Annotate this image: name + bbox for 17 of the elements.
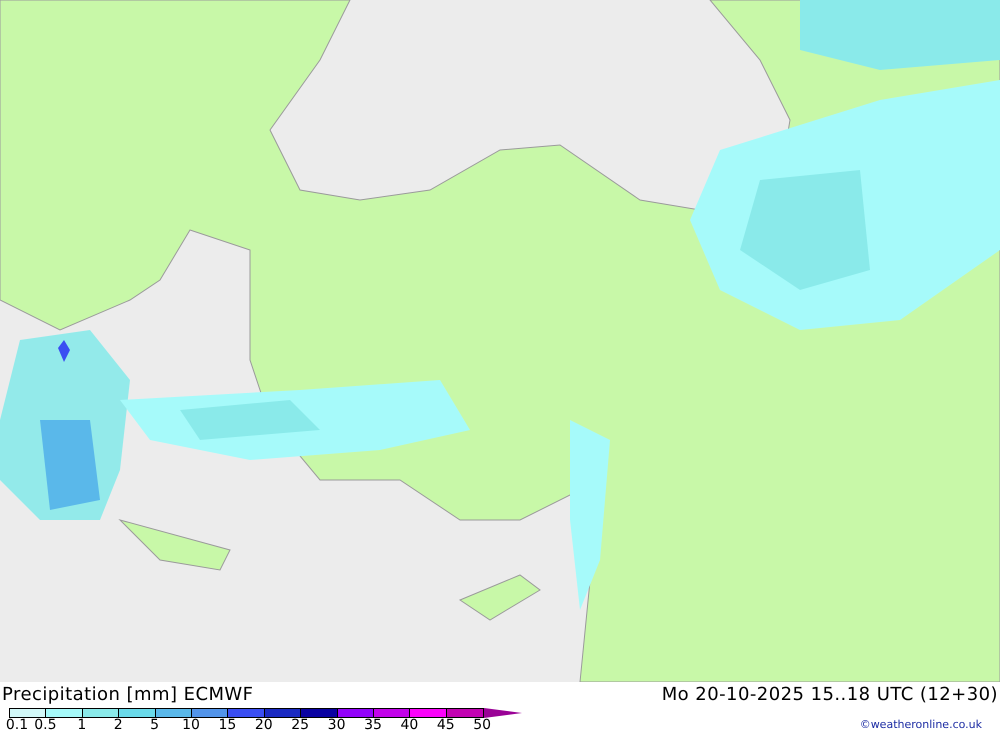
scale-tick-label: 15 — [218, 718, 236, 732]
scale-tick-label: 0.1 — [6, 718, 28, 732]
scale-tick-label: 0.5 — [34, 718, 57, 732]
forecast-datetime: Mo 20-10-2025 15..18 UTC (12+30) — [662, 686, 998, 704]
scale-tick-label: 45 — [436, 718, 455, 732]
scale-tick-label: 35 — [364, 718, 382, 732]
scale-tick-label: 20 — [254, 718, 273, 732]
scale-tick-label: 25 — [291, 718, 310, 732]
scale-tick-label: 40 — [400, 718, 418, 732]
map-title: Precipitation [mm] ECMWF — [2, 686, 254, 704]
copyright-credit: ©weatheronline.co.uk — [860, 716, 982, 732]
scale-tick-label: 2 — [114, 718, 123, 732]
scale-tick-label: 50 — [473, 718, 492, 732]
scale-tick-label: 5 — [150, 718, 160, 732]
scale-tick-label: 1 — [77, 718, 86, 732]
scale-tick-label: 10 — [182, 718, 200, 732]
scale-tick-label: 30 — [328, 718, 346, 732]
